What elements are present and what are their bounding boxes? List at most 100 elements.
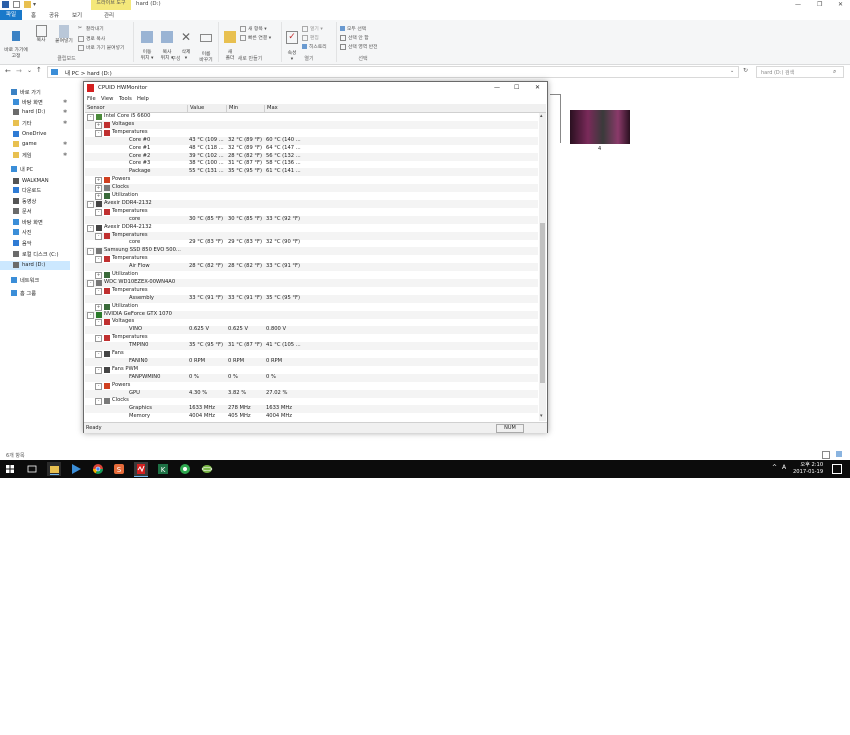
menu-view[interactable]: View <box>101 96 113 102</box>
sticky-app-icon[interactable]: S <box>112 462 126 476</box>
select-none-button[interactable]: 선택 안 함 <box>340 34 369 41</box>
network-tool-icon[interactable] <box>200 462 214 476</box>
sensor-group-row[interactable]: - Avexir DDR4-2132 <box>85 224 538 232</box>
nav-item-14[interactable]: 음악 <box>0 239 70 248</box>
nav-item-2[interactable]: hard (D:) ✱ <box>0 108 70 117</box>
nav-item-10[interactable]: 동영상 <box>0 197 70 206</box>
refresh-icon[interactable]: ↻ <box>743 67 748 74</box>
nav-item-18[interactable]: 홈 그룹 <box>0 289 70 298</box>
sensor-group-row[interactable]: - Temperatures <box>85 255 538 264</box>
column-sensor[interactable]: Sensor <box>85 105 105 112</box>
sensor-group-row[interactable]: + Clocks <box>85 184 538 193</box>
sensor-reading-row[interactable]: Core #1 48 °C (118 ... 32 °C (89 °F) 64 °C … <box>85 145 538 153</box>
nav-item-17[interactable]: 네트워크 <box>0 276 70 285</box>
tab-view[interactable]: 보기 <box>72 11 82 19</box>
nav-item-8[interactable]: WALKMAN <box>0 177 70 186</box>
column-max[interactable]: Max <box>264 105 307 112</box>
action-center-icon[interactable] <box>832 464 842 474</box>
tab-share[interactable]: 공유 <box>49 11 59 19</box>
quick-access-dropdown-icon[interactable]: ▾ <box>33 1 40 8</box>
sensor-reading-row[interactable]: core 30 °C (85 °F) 30 °C (85 °F) 33 °C (92 … <box>85 215 538 224</box>
hw-maximize-icon[interactable]: ☐ <box>514 84 519 91</box>
nav-item-15[interactable]: 로컬 디스크 (C:) <box>0 250 70 259</box>
menu-tools[interactable]: Tools <box>119 96 132 102</box>
sensor-group-row[interactable]: + Voltages <box>85 120 538 129</box>
sensor-reading-row[interactable]: Core #3 38 °C (100 ... 31 °C (87 °F) 58 °C … <box>85 160 538 168</box>
select-all-button[interactable]: 모두 선택 <box>340 25 366 32</box>
properties-quick-icon[interactable] <box>13 1 20 8</box>
sensor-reading-row[interactable]: Package 55 °C (131 ... 35 °C (95 °F) 61 °C … <box>85 168 538 177</box>
sensor-reading-row[interactable]: Assembly 33 °C (91 °F) 33 °C (91 °F) 35 °C … <box>85 294 538 303</box>
history-button[interactable]: 히스토리 <box>302 43 327 50</box>
sensor-group-row[interactable]: - Samsung SSD 850 EVO 500... <box>85 247 538 256</box>
maximize-icon[interactable]: ❐ <box>817 1 822 8</box>
green-app-icon[interactable] <box>178 462 192 476</box>
details-view-icon[interactable] <box>822 451 830 459</box>
sensor-group-row[interactable]: - Fans PWM <box>85 366 538 374</box>
sensor-group-row[interactable]: - Temperatures <box>85 334 538 343</box>
paste-button[interactable]: 붙여넣기 <box>53 25 75 45</box>
scroll-down-icon[interactable]: ▾ <box>540 413 543 419</box>
nav-item-5[interactable]: game ✱ <box>0 140 70 149</box>
sensor-group-row[interactable]: - Temperatures <box>85 208 538 216</box>
sensor-group-row[interactable]: - Clocks <box>85 397 538 406</box>
sensor-group-row[interactable]: - Temperatures <box>85 231 538 240</box>
sensor-group-row[interactable]: + Utilization <box>85 192 538 200</box>
invert-selection-button[interactable]: 선택 영역 반전 <box>340 43 378 50</box>
sensor-reading-row[interactable]: TMPIN0 35 °C (95 °F) 31 °C (87 °F) 41 °C (1… <box>85 342 538 351</box>
nav-item-13[interactable]: 사진 <box>0 228 70 237</box>
nav-item-0[interactable]: 바로 가기 <box>0 88 70 97</box>
sensor-group-row[interactable]: + Utilization <box>85 271 538 279</box>
sensor-group-row[interactable]: - NVIDIA GeForce GTX 1070 <box>85 310 538 319</box>
nav-item-3[interactable]: 기타 ✱ <box>0 119 70 128</box>
tab-home[interactable]: 홈 <box>31 11 36 19</box>
media-player-icon[interactable] <box>69 462 83 476</box>
sensor-reading-row[interactable]: FANPWMIN0 0 % 0 % 0 % <box>85 373 538 382</box>
sensor-group-row[interactable]: - Temperatures <box>85 287 538 295</box>
file-thumbnail[interactable] <box>570 110 630 144</box>
taskbar-clock[interactable]: 오후 2:10 2017-01-19 <box>793 462 823 476</box>
scroll-up-icon[interactable]: ▴ <box>540 113 543 119</box>
windows-start-icon[interactable] <box>3 462 17 476</box>
search-input[interactable]: hard (D:) 검색 ⌕ <box>756 66 844 78</box>
up-arrow-icon[interactable]: ↑ <box>36 66 42 74</box>
hw-scroll-thumb[interactable] <box>540 223 545 383</box>
nav-item-16[interactable]: hard (D:) <box>0 261 70 270</box>
menu-help[interactable]: Help <box>137 96 149 102</box>
hw-minimize-icon[interactable]: — <box>494 84 500 91</box>
nav-item-9[interactable]: 다운로드 <box>0 186 70 195</box>
sensor-reading-row[interactable]: GPU 4.30 % 3.82 % 27.02 % <box>85 389 538 398</box>
sensor-group-row[interactable]: - Temperatures <box>85 129 538 137</box>
copy-path-button[interactable]: 경로 복사 <box>78 35 105 42</box>
nav-item-12[interactable]: 바탕 화면 <box>0 218 70 227</box>
tab-manage[interactable]: 관리 <box>104 11 114 19</box>
address-dropdown-icon[interactable]: ⌄ <box>730 68 734 74</box>
hw-vertical-scrollbar[interactable]: ▴ ▾ <box>539 113 546 421</box>
copy-button[interactable]: 복사 <box>32 25 50 44</box>
sensor-reading-row[interactable]: Graphics 1633 MHz 278 MHz 1633 MHz <box>85 405 538 414</box>
sensor-group-row[interactable]: - WDC WD10EZEX-00WN4A0 <box>85 278 538 287</box>
hwmonitor-icon[interactable] <box>134 462 148 477</box>
task-view-icon[interactable] <box>25 462 39 476</box>
back-arrow-icon[interactable]: ← <box>5 67 11 75</box>
sensor-reading-row[interactable]: Air Flow 28 °C (82 °F) 28 °C (82 °F) 33 °C … <box>85 263 538 272</box>
sensor-group-row[interactable]: - Voltages <box>85 318 538 327</box>
sensor-reading-row[interactable]: Memory 4004 MHz 405 MHz 4004 MHz <box>85 413 538 421</box>
close-icon[interactable]: ✕ <box>838 1 843 8</box>
tray-chevron-up-icon[interactable]: ^ <box>772 464 777 471</box>
column-min[interactable]: Min <box>226 105 264 112</box>
sensor-reading-row[interactable]: Core #0 43 °C (109 ... 32 °C (89 °F) 60 °C … <box>85 136 538 145</box>
column-value[interactable]: Value <box>187 105 226 112</box>
chrome-icon[interactable] <box>91 462 105 476</box>
sensor-reading-row[interactable]: Core #2 39 °C (102 ... 28 °C (82 °F) 56 °C … <box>85 152 538 161</box>
tab-file[interactable]: 파일 <box>0 10 22 20</box>
sensor-group-row[interactable]: - Fans <box>85 350 538 358</box>
sensor-group-row[interactable]: - Powers <box>85 382 538 390</box>
file-explorer-icon[interactable] <box>47 462 61 476</box>
sensor-group-row[interactable]: - Intel Core i5 6600 <box>85 113 538 121</box>
cut-button[interactable]: ✂ 잘라내기 <box>78 25 104 33</box>
edit-button[interactable]: 편집 <box>302 34 319 41</box>
sensor-reading-row[interactable]: FANIN0 0 RPM 0 RPM 0 RPM <box>85 357 538 366</box>
open-button[interactable]: 열기 ▾ <box>302 25 323 32</box>
forward-arrow-icon[interactable]: → <box>16 67 22 75</box>
